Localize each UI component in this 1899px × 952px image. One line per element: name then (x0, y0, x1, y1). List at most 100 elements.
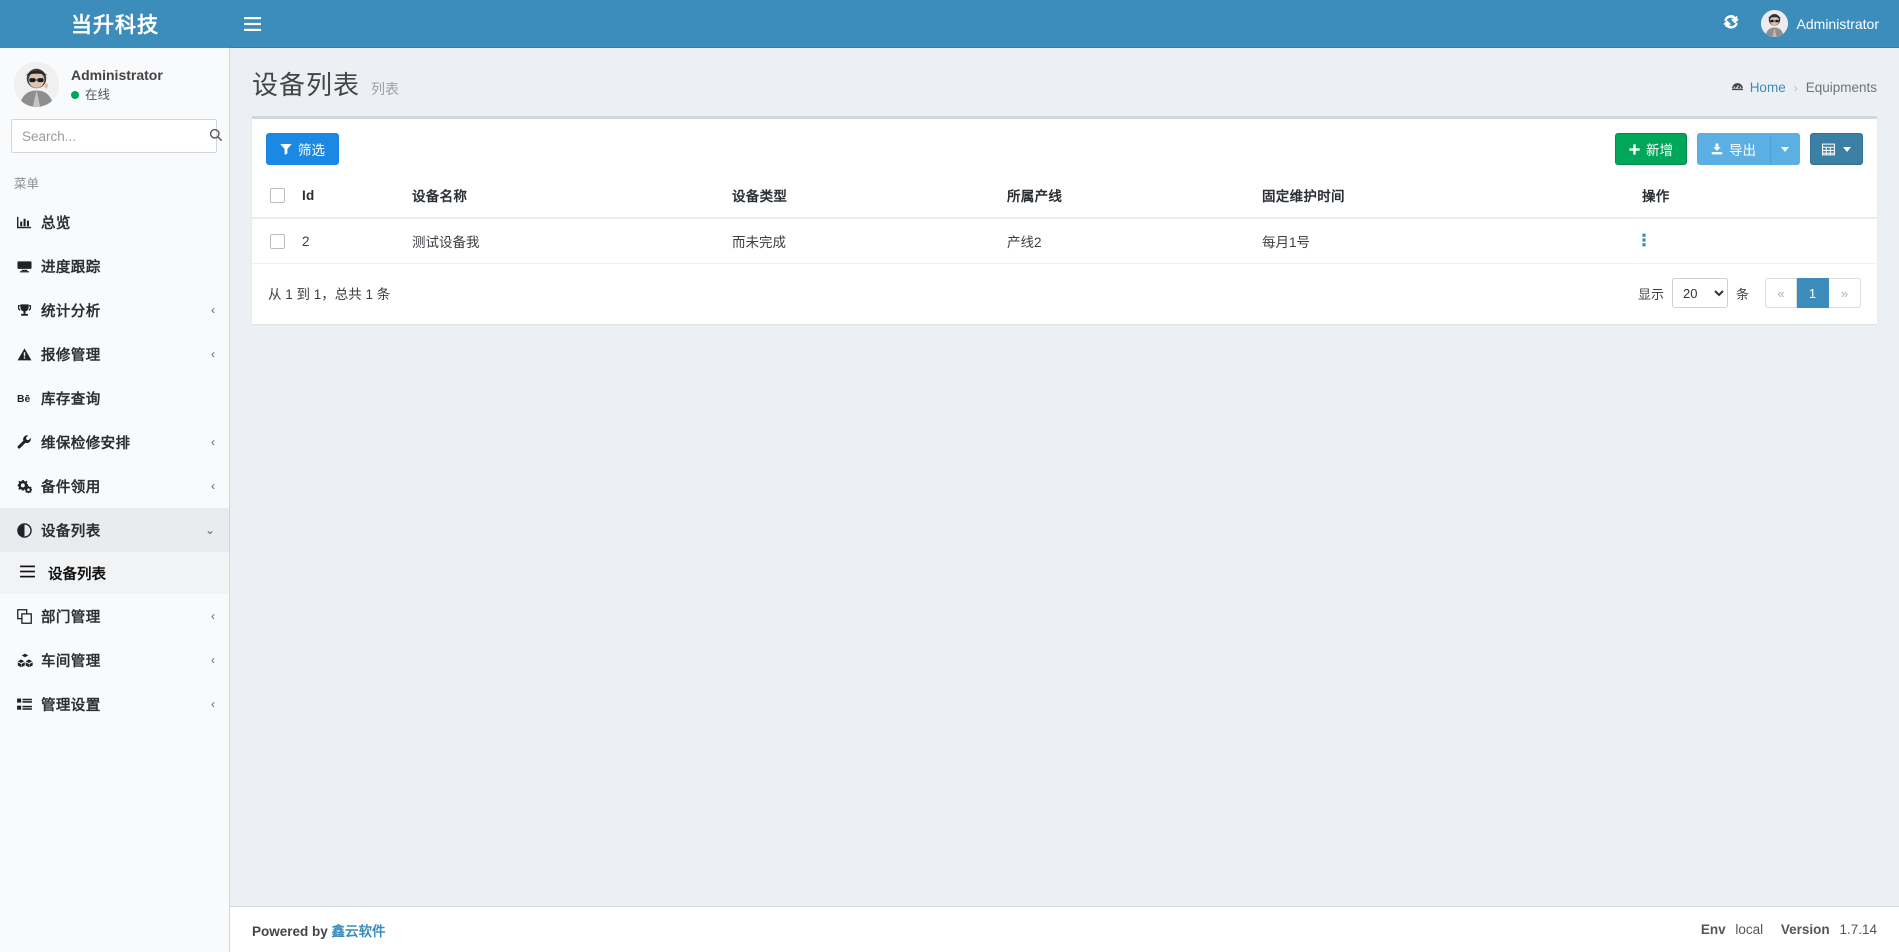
page-footer: Powered by 鑫云软件 Env local Version 1.7.14 (230, 906, 1899, 952)
sidebar-item-label: 统计分析 (41, 300, 201, 321)
user-menu-button[interactable]: Administrator (1751, 0, 1885, 48)
table-head: Id 设备名称 设备类型 所属产线 固定维护时间 操作 (252, 175, 1877, 218)
search-icon (209, 128, 223, 145)
row-checkbox[interactable] (270, 234, 285, 249)
breadcrumb-item-home[interactable]: Home (1731, 80, 1786, 95)
sidebar-item-label: 车间管理 (41, 650, 201, 671)
chevron-left-icon: ‹ (201, 697, 215, 711)
online-status-dot-icon (71, 91, 79, 99)
sidebar-item-repair-management[interactable]: 报修管理 ‹ (0, 332, 229, 376)
svg-text:Bē: Bē (17, 394, 30, 405)
top-header: 当升科技 (0, 0, 1899, 48)
version-value: 1.7.14 (1839, 922, 1877, 937)
cubes-icon (17, 653, 41, 668)
bars-icon (20, 565, 48, 582)
sidebar-search (0, 119, 229, 153)
cell-maintenance-time: 每月1号 (1254, 218, 1634, 264)
sidebar-subitem-equipment-list[interactable]: 设备列表 (0, 552, 229, 594)
sidebar-user-name: Administrator (71, 65, 163, 86)
sidebar-user-status-label: 在线 (85, 86, 110, 105)
chevron-left-icon: ‹ (201, 479, 215, 493)
column-header-line[interactable]: 所属产线 (999, 175, 1254, 218)
kebab-menu-icon[interactable] (1642, 232, 1646, 251)
navbar-right: Administrator (1711, 0, 1899, 48)
cell-type: 而未完成 (724, 218, 999, 264)
chevron-left-icon: ‹ (201, 609, 215, 623)
sidebar-item-overview[interactable]: 总览 (0, 200, 229, 244)
sidebar-item-department-management[interactable]: 部门管理 ‹ (0, 594, 229, 638)
powered-by: Powered by 鑫云软件 (252, 920, 386, 940)
next-page-button[interactable]: » (1829, 278, 1861, 308)
warning-icon (17, 347, 41, 362)
desktop-icon (17, 259, 41, 274)
sidebar-user-info: Administrator 在线 (71, 65, 163, 105)
bar-chart-icon (17, 215, 41, 230)
clone-icon (17, 609, 41, 624)
trophy-icon (17, 303, 41, 318)
adjust-icon (17, 523, 41, 538)
refresh-icon (1722, 13, 1740, 34)
column-header-id[interactable]: Id (294, 175, 404, 218)
search-button[interactable] (209, 120, 223, 152)
filter-button-label: 筛选 (298, 139, 325, 159)
page-size-prefix-label: 显示 (1638, 284, 1664, 303)
caret-down-icon (1781, 147, 1789, 152)
sidebar-item-progress-tracking[interactable]: 进度跟踪 (0, 244, 229, 288)
list-icon (17, 698, 41, 711)
page-button-1[interactable]: 1 (1797, 278, 1829, 308)
page-title: 设备列表 (252, 65, 360, 102)
sidebar-user-status: 在线 (71, 86, 163, 105)
filter-button[interactable]: 筛选 (266, 133, 339, 165)
table-row[interactable]: 2 测试设备我 而未完成 产线2 每月1号 (252, 218, 1877, 264)
sidebar-item-label: 备件领用 (41, 476, 201, 497)
export-button-label: 导出 (1729, 139, 1756, 159)
sidebar: Administrator 在线 菜单 (0, 48, 230, 952)
sidebar-item-equipments[interactable]: 设备列表 ⌄ (0, 508, 229, 552)
cell-line: 产线2 (999, 218, 1254, 264)
sidebar-item-inventory-query[interactable]: Bē 库存查询 (0, 376, 229, 420)
sidebar-item-maintenance-schedule[interactable]: 维保检修安排 ‹ (0, 420, 229, 464)
caret-down-icon (1843, 147, 1851, 152)
powered-by-link[interactable]: 鑫云软件 (332, 924, 386, 939)
sidebar-item-label: 库存查询 (41, 388, 201, 409)
select-all-checkbox[interactable] (270, 188, 285, 203)
search-input[interactable] (12, 129, 209, 144)
powered-by-prefix: Powered by (252, 924, 328, 939)
refresh-button[interactable] (1711, 0, 1751, 48)
sidebar-item-admin-settings[interactable]: 管理设置 ‹ (0, 682, 229, 726)
sidebar-item-statistics[interactable]: 统计分析 ‹ (0, 288, 229, 332)
breadcrumb-item-equipments: Equipments (1806, 80, 1877, 95)
export-button[interactable]: 导出 (1697, 133, 1770, 165)
row-select-cell (252, 218, 294, 264)
page-size-select[interactable]: 20 50 100 (1672, 278, 1728, 308)
sidebar-item-label: 部门管理 (41, 606, 201, 627)
sidebar-item-label: 设备列表 (41, 520, 201, 541)
breadcrumb-label: Home (1750, 80, 1786, 95)
export-dropdown-toggle[interactable] (1770, 133, 1800, 165)
chevron-left-icon: ‹ (201, 435, 215, 449)
column-header-type[interactable]: 设备类型 (724, 175, 999, 218)
breadcrumb-separator: › (1794, 81, 1798, 95)
prev-page-button[interactable]: « (1765, 278, 1797, 308)
sidebar-subitem-label: 设备列表 (48, 563, 106, 584)
sidebar-toggle-button[interactable] (230, 0, 274, 48)
column-header-select-all (252, 175, 294, 218)
columns-dropdown-button[interactable] (1810, 133, 1863, 165)
page-heading: 设备列表 列表 (252, 65, 399, 102)
content-header: 设备列表 列表 Home › Equipments (230, 48, 1899, 116)
sidebar-user-panel: Administrator 在线 (0, 48, 229, 119)
sidebar-item-spare-parts[interactable]: 备件领用 ‹ (0, 464, 229, 508)
sidebar-item-label: 管理设置 (41, 694, 201, 715)
column-header-maintenance-time[interactable]: 固定维护时间 (1254, 175, 1634, 218)
sidebar-item-label: 报修管理 (41, 344, 201, 365)
sidebar-item-workshop-management[interactable]: 车间管理 ‹ (0, 638, 229, 682)
cell-name: 测试设备我 (404, 218, 724, 264)
funnel-icon (280, 143, 292, 155)
column-header-name[interactable]: 设备名称 (404, 175, 724, 218)
plus-icon (1629, 144, 1640, 155)
breadcrumb: Home › Equipments (1731, 80, 1877, 95)
add-button[interactable]: 新增 (1615, 133, 1687, 165)
chevron-left-icon: ‹ (201, 653, 215, 667)
page-buttons: « 1 » (1765, 278, 1861, 308)
brand-logo[interactable]: 当升科技 (0, 0, 230, 48)
